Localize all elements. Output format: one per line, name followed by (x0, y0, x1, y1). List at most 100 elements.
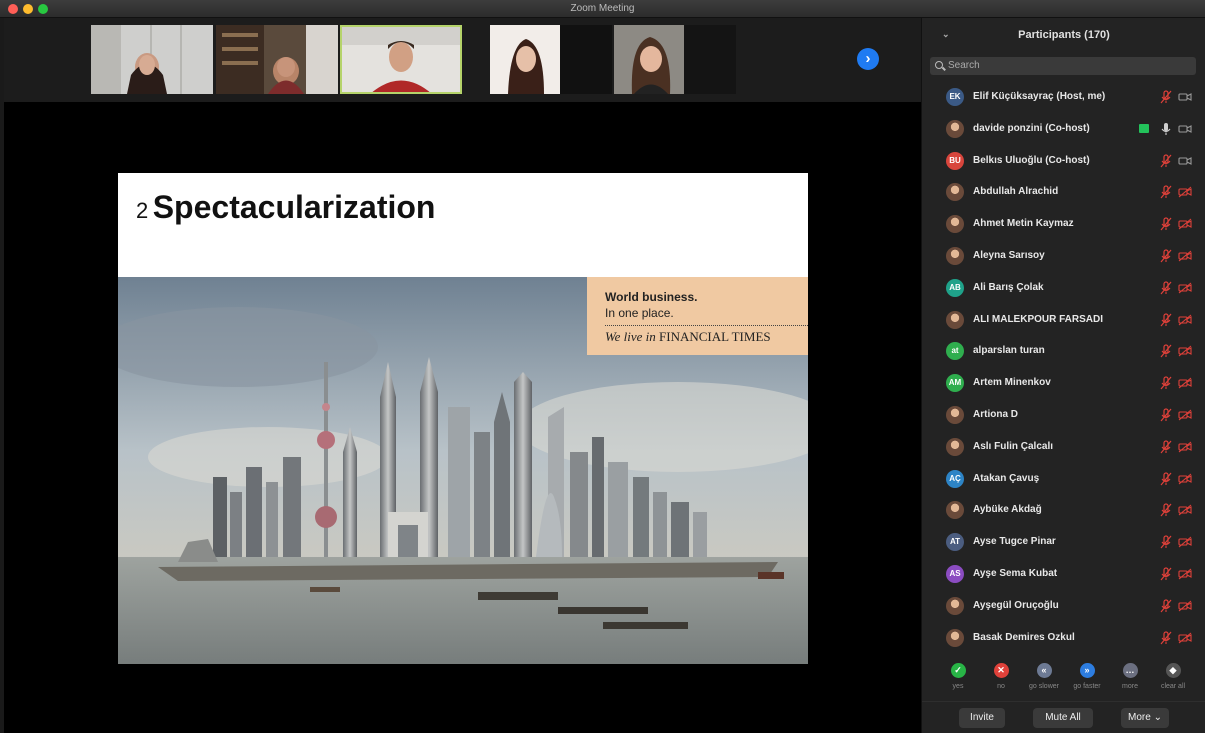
avatar: at (946, 342, 964, 361)
zoom-window: Zoom Meeting › 2 Spectacularization Worl… (0, 0, 1205, 733)
video-thumbnail[interactable] (490, 25, 612, 94)
participant-row[interactable]: Ahmet Metin Kaymaz (922, 209, 1205, 241)
x-icon: ✕ (993, 663, 1009, 678)
search-input[interactable]: Search (930, 57, 1196, 75)
avatar (946, 628, 964, 647)
participant-row[interactable]: AS Ayşe Sema Kubat (922, 559, 1205, 591)
avatar (946, 437, 964, 456)
title-bar: Zoom Meeting (0, 0, 1205, 18)
participant-row[interactable]: Aybüke Akdağ (922, 495, 1205, 527)
participant-row[interactable]: Aslı Fulin Çalcalı (922, 432, 1205, 464)
camera-icon[interactable] (1178, 155, 1192, 167)
camera-off-icon[interactable] (1178, 377, 1192, 389)
camera-off-icon[interactable] (1178, 504, 1192, 516)
avatar: EK (946, 88, 964, 106)
mute-all-button[interactable]: Mute All (1033, 708, 1093, 728)
ad-brand: FINANCIAL TIMES (659, 329, 771, 344)
video-thumbnail[interactable] (216, 25, 338, 94)
participant-name: Aleyna Sarısoy (973, 249, 1045, 261)
participant-row[interactable]: Ayşegül Oruçoğlu (922, 591, 1205, 623)
camera-off-icon[interactable] (1178, 441, 1192, 453)
participant-row[interactable]: ALI MALEKPOUR FARSADI (922, 305, 1205, 337)
mic-muted-icon[interactable] (1160, 312, 1172, 327)
mic-muted-icon[interactable] (1160, 408, 1172, 422)
next-page-button[interactable]: › (857, 48, 879, 70)
avatar: AÇ (946, 469, 964, 488)
ad-slogan: We live in (605, 329, 656, 344)
participant-row[interactable]: AT Ayse Tugce Pinar (922, 527, 1205, 559)
participant-row[interactable]: AB Ali Barış Çolak (922, 273, 1205, 305)
avatar: AB (946, 278, 964, 297)
mic-muted-icon[interactable] (1160, 185, 1172, 199)
avatar (946, 405, 964, 424)
participant-list: EK Elif Küçüksayraç (Host, me) davide ponz… (922, 82, 1205, 654)
video-thumbnail-active-speaker[interactable] (340, 25, 462, 94)
mic-muted-icon[interactable] (1160, 281, 1172, 295)
camera-off-icon[interactable] (1178, 186, 1192, 198)
camera-icon[interactable] (1178, 91, 1192, 103)
participant-row[interactable]: Artiona D (922, 400, 1205, 432)
more-button[interactable]: More ⌄ (1121, 708, 1169, 728)
reaction-label: go slower (1029, 683, 1059, 690)
participant-row[interactable]: BU Belkıs Uluoğlu (Co-host) (922, 146, 1205, 178)
mic-muted-icon[interactable] (1160, 471, 1172, 486)
participant-row[interactable]: AÇ Atakan Çavuş (922, 464, 1205, 496)
mic-muted-icon[interactable] (1160, 567, 1172, 581)
participant-row[interactable]: EK Elif Küçüksayraç (Host, me) (922, 82, 1205, 114)
participant-row[interactable]: Basak Demires Ozkul (922, 623, 1205, 655)
reaction-yes-button[interactable]: ✓ yes (938, 663, 978, 690)
participant-name: Abdullah Alrachid (973, 186, 1059, 198)
participants-title: Participants (170) (1018, 29, 1110, 41)
mic-muted-icon[interactable] (1160, 90, 1172, 104)
camera-off-icon[interactable] (1178, 314, 1192, 326)
search-icon (935, 61, 943, 69)
camera-off-icon[interactable] (1178, 600, 1192, 612)
mic-muted-icon[interactable] (1160, 440, 1172, 454)
participants-footer: Invite Mute All More ⌄ (922, 701, 1205, 733)
reaction-clear-all-button[interactable]: ◆ clear all (1153, 663, 1193, 690)
camera-off-icon[interactable] (1178, 218, 1192, 230)
participant-row[interactable]: Abdullah Alrachid (922, 177, 1205, 209)
reaction-more-button[interactable]: … more (1110, 663, 1150, 690)
reaction-go-faster-button[interactable]: » go faster (1067, 663, 1107, 690)
reaction-no-button[interactable]: ✕ no (981, 663, 1021, 690)
invite-button[interactable]: Invite (959, 708, 1005, 728)
mic-icon[interactable] (1160, 122, 1172, 136)
slide-heading: Spectacularization (152, 189, 436, 225)
camera-off-icon[interactable] (1178, 250, 1192, 262)
camera-off-icon[interactable] (1178, 568, 1192, 580)
participants-panel: ⌄ Participants (170) Search EK Elif Küçük… (921, 18, 1205, 733)
mic-muted-icon[interactable] (1160, 376, 1172, 390)
video-thumbnail[interactable] (91, 25, 213, 94)
camera-off-icon[interactable] (1178, 473, 1192, 485)
mic-muted-icon[interactable] (1160, 344, 1172, 358)
participant-name: davide ponzini (Co-host) (973, 122, 1090, 134)
mic-muted-icon[interactable] (1160, 217, 1172, 231)
participants-header: ⌄ Participants (170) (922, 18, 1205, 52)
reaction-label: no (997, 683, 1005, 690)
participant-name: Elif Küçüksayraç (Host, me) (973, 91, 1106, 102)
mic-muted-icon[interactable] (1160, 503, 1172, 517)
mic-muted-icon[interactable] (1160, 599, 1172, 613)
participant-row[interactable]: Aleyna Sarısoy (922, 241, 1205, 273)
camera-icon[interactable] (1178, 123, 1192, 135)
participant-row[interactable]: at alparslan turan (922, 336, 1205, 368)
avatar: AM (946, 374, 964, 393)
avatar (946, 596, 964, 615)
camera-off-icon[interactable] (1178, 632, 1192, 644)
mic-muted-icon[interactable] (1160, 630, 1172, 645)
video-thumbnail[interactable] (614, 25, 736, 94)
camera-off-icon[interactable] (1178, 282, 1192, 294)
reaction-go-slower-button[interactable]: « go slower (1024, 663, 1064, 690)
camera-off-icon[interactable] (1178, 409, 1192, 421)
mic-muted-icon[interactable] (1160, 249, 1172, 263)
chevron-down-icon[interactable]: ⌄ (942, 29, 950, 39)
mic-muted-icon[interactable] (1160, 153, 1172, 168)
check-icon: ✓ (950, 663, 966, 678)
participant-row[interactable]: davide ponzini (Co-host) (922, 114, 1205, 146)
participant-row[interactable]: AM Artem Minenkov (922, 368, 1205, 400)
camera-off-icon[interactable] (1178, 536, 1192, 548)
mic-muted-icon[interactable] (1160, 535, 1172, 549)
camera-off-icon[interactable] (1178, 345, 1192, 357)
participant-name: Artiona D (973, 408, 1018, 420)
